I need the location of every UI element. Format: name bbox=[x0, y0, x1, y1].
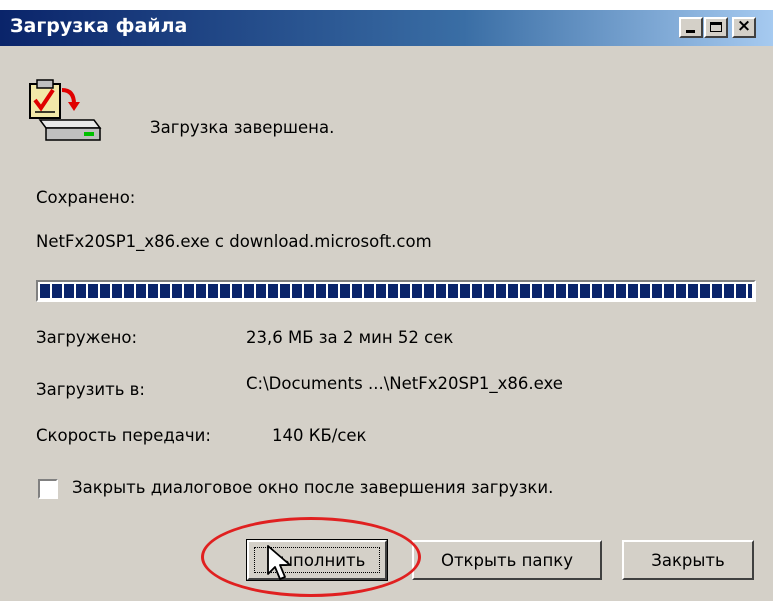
speed-value: 140 КБ/сек bbox=[272, 426, 367, 445]
open-folder-button-label: Открыть папку bbox=[440, 550, 574, 570]
window-title: Загрузка файла bbox=[10, 15, 188, 37]
downloaded-label: Загружено: bbox=[36, 328, 138, 347]
status-message: Загрузка завершена. bbox=[150, 118, 335, 137]
close-on-complete-label[interactable]: Закрыть диалоговое окно после завершения… bbox=[72, 478, 553, 497]
cropped-heading-strip bbox=[0, 0, 773, 10]
download-complete-icon bbox=[29, 79, 102, 141]
download-progress-bar bbox=[36, 280, 756, 302]
speed-label: Скорость передачи: bbox=[36, 426, 211, 445]
close-on-complete-checkbox[interactable] bbox=[38, 479, 58, 499]
download-to-label: Загрузить в: bbox=[36, 380, 145, 399]
downloaded-value: 23,6 МБ за 2 мин 52 сек bbox=[246, 328, 454, 347]
focus-rectangle bbox=[254, 547, 380, 573]
maximize-button[interactable] bbox=[704, 17, 728, 38]
progress-fill bbox=[40, 284, 752, 298]
saved-file-info: NetFx20SP1_x86.exe с download.microsoft.… bbox=[36, 232, 432, 251]
close-button[interactable]: Закрыть bbox=[622, 540, 754, 580]
close-window-button[interactable]: × bbox=[732, 16, 756, 38]
open-folder-button[interactable]: Открыть папку bbox=[412, 540, 602, 580]
saved-label: Сохранено: bbox=[36, 188, 136, 207]
minimize-button[interactable] bbox=[679, 17, 703, 38]
title-bar[interactable]: Загрузка файла × bbox=[0, 10, 773, 46]
download-to-value: C:\Documents ...\NetFx20SP1_x86.exe bbox=[246, 374, 563, 393]
minimize-icon bbox=[686, 30, 695, 33]
close-button-label: Закрыть bbox=[651, 550, 725, 570]
maximize-icon bbox=[710, 22, 722, 32]
close-icon: × bbox=[736, 16, 752, 36]
run-button[interactable]: Выполнить bbox=[246, 539, 388, 581]
download-dialog: Загрузка файла × Загрузка завершена. Сох… bbox=[0, 10, 773, 601]
